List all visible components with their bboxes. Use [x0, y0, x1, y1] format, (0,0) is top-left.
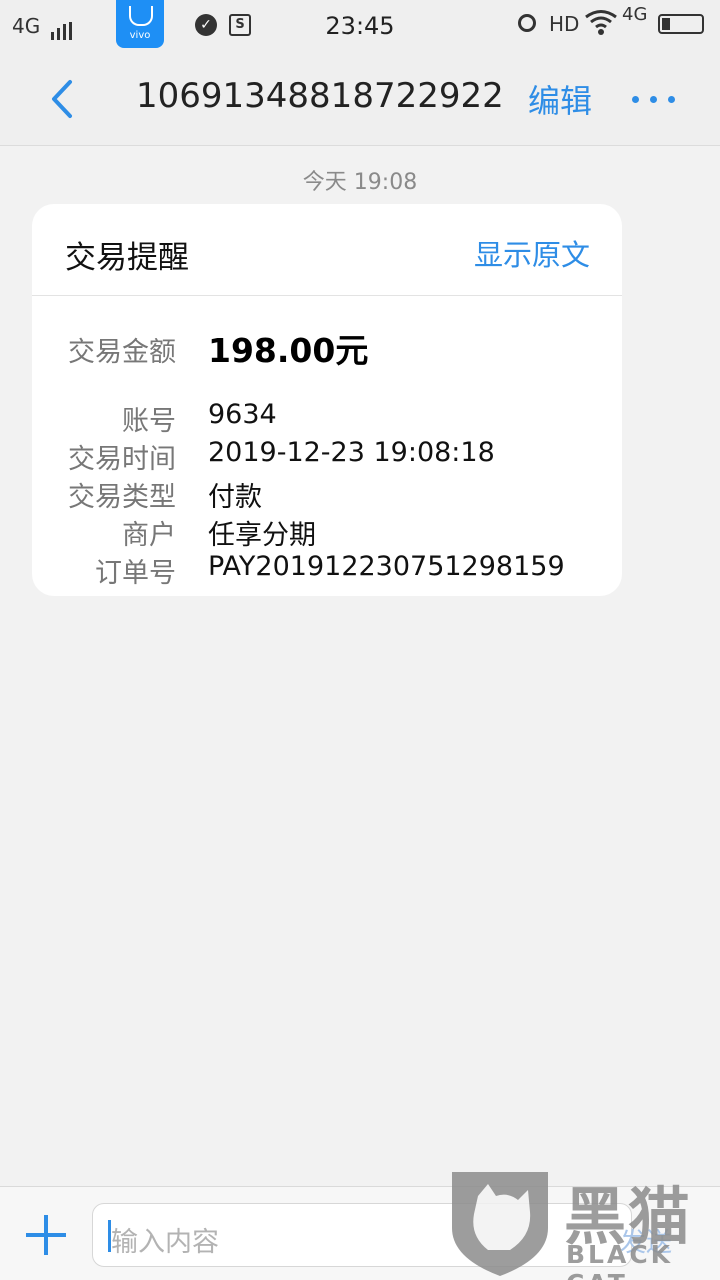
plus-icon[interactable] [26, 1215, 66, 1255]
time-value: 2019-12-23 19:08:18 [208, 437, 495, 468]
s-box-icon: S [229, 14, 251, 36]
order-label: 订单号 [95, 558, 176, 589]
time-label: 交易时间 [68, 444, 176, 475]
merchant-value: 任享分期 [208, 520, 316, 551]
network-type: 4G [12, 14, 41, 38]
wifi-icon [585, 10, 617, 35]
edit-button[interactable]: 编辑 [528, 76, 592, 122]
shopping-bag-icon [129, 6, 153, 26]
check-circle-icon: ✓ [195, 14, 217, 36]
input-placeholder: 输入内容 [111, 1227, 219, 1258]
black-cat-watermark: 黑猫 BLACK CAT [448, 1160, 720, 1280]
message-timestamp: 今天 19:08 [302, 170, 418, 195]
account-value: 9634 [208, 399, 277, 430]
network-type-right: 4G [622, 4, 648, 25]
conversation-header: 1069134881872292​2… 编辑 [0, 52, 720, 146]
more-options-icon[interactable] [632, 88, 686, 108]
account-label: 账号 [122, 406, 176, 437]
type-value: 付款 [208, 482, 262, 513]
order-value: PAY2019122307512981​59 [208, 551, 565, 582]
status-time: 23:45 [325, 12, 395, 40]
card-title: 交易提醒 [65, 240, 189, 276]
sms-thread-screen: 4G vivo ✓ S 23:45 HD 4G 1069134881872292… [0, 0, 720, 1280]
network-indicator: 4G [12, 14, 75, 40]
status-bar: 4G vivo ✓ S 23:45 HD 4G [0, 0, 720, 52]
card-header: 交易提醒 显示原文 [32, 204, 622, 296]
alarm-icon [518, 14, 536, 32]
show-original-link[interactable]: 显示原文 [474, 232, 590, 274]
app-badge-label: vivo [129, 30, 151, 41]
cat-shield-logo-icon [452, 1172, 548, 1276]
amount-value: 198.00元 [208, 331, 369, 370]
back-chevron-icon[interactable] [40, 74, 88, 124]
transaction-alert-card: 交易提醒 显示原文 交易金额 198.00元 账号 9634 交易时间 2019… [32, 204, 622, 596]
sender-number: 1069134881872292​2… [136, 76, 506, 116]
vivo-app-badge: vivo [116, 0, 164, 48]
signal-icon [50, 16, 75, 40]
amount-label: 交易金额 [68, 337, 176, 368]
battery-icon [658, 14, 704, 34]
type-label: 交易类型 [68, 482, 176, 513]
hd-indicator: HD [549, 12, 580, 36]
watermark-en: BLACK CAT [566, 1240, 674, 1280]
merchant-label: 商户 [122, 520, 176, 551]
